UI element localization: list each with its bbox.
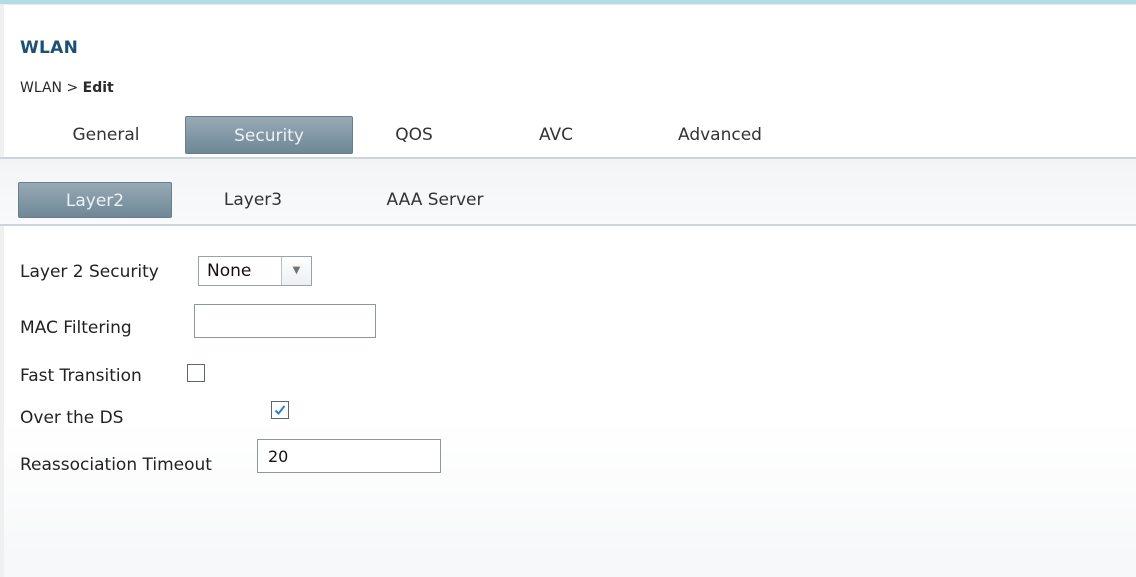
layer2-security-select[interactable]: None ▼ xyxy=(198,256,312,286)
tab-general[interactable]: General xyxy=(40,116,172,154)
tab-avc[interactable]: AVC xyxy=(512,116,600,154)
fast-transition-checkbox[interactable] xyxy=(187,364,205,382)
breadcrumb-separator: > xyxy=(66,80,79,96)
tab-advanced[interactable]: Advanced xyxy=(650,116,790,154)
breadcrumb: WLAN > Edit xyxy=(20,80,114,96)
layer2-security-value: None xyxy=(207,261,252,281)
over-the-ds-checkbox[interactable] xyxy=(271,401,289,419)
checkmark-icon xyxy=(274,405,286,415)
subtab-layer3[interactable]: Layer3 xyxy=(196,182,310,218)
top-accent-line xyxy=(0,4,1136,5)
tab-security[interactable]: Security xyxy=(185,116,353,154)
over-the-ds-label: Over the DS xyxy=(20,408,124,428)
mac-filtering-label: MAC Filtering xyxy=(20,318,132,338)
chevron-down-icon[interactable]: ▼ xyxy=(282,257,311,285)
subtabs-divider xyxy=(0,224,1136,226)
subtab-aaa-server[interactable]: AAA Server xyxy=(360,182,510,218)
tab-qos[interactable]: QOS xyxy=(370,116,458,154)
fast-transition-label: Fast Transition xyxy=(20,366,142,386)
left-edge xyxy=(0,5,4,577)
wlan-edit-page: WLAN WLAN > Edit General Security QOS AV… xyxy=(0,0,1136,577)
page-title: WLAN xyxy=(20,38,79,58)
breadcrumb-root[interactable]: WLAN xyxy=(20,80,62,96)
subtab-layer2[interactable]: Layer2 xyxy=(18,182,172,218)
reassociation-timeout-input[interactable] xyxy=(257,439,441,473)
main-tabs: General Security QOS AVC Advanced xyxy=(0,114,1136,158)
layer2-security-label: Layer 2 Security xyxy=(20,262,159,282)
mac-filtering-input[interactable] xyxy=(194,304,376,338)
reassociation-timeout-label: Reassociation Timeout xyxy=(20,455,212,475)
breadcrumb-current: Edit xyxy=(82,80,114,96)
